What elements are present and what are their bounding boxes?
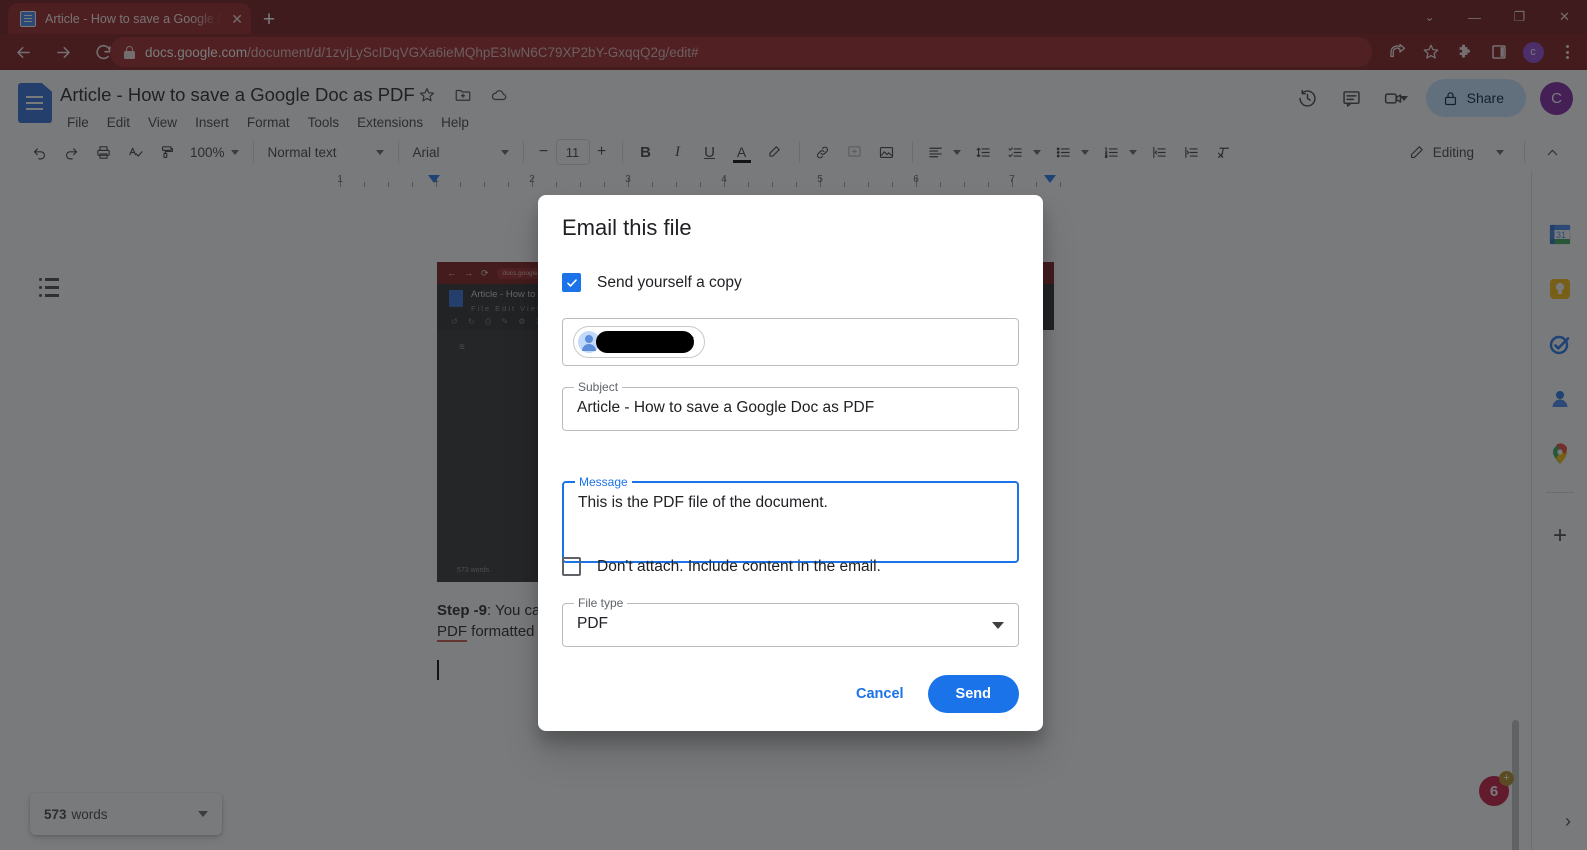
message-value: This is the PDF file of the document. [578, 494, 828, 511]
subject-value: Article - How to save a Google Doc as PD… [577, 399, 875, 416]
cancel-button[interactable]: Cancel [842, 676, 918, 712]
send-button[interactable]: Send [927, 675, 1019, 713]
dont-attach-label: Don't attach. Include content in the ema… [597, 557, 881, 575]
message-field[interactable]: Message This is the PDF file of the docu… [562, 475, 1019, 563]
subject-field[interactable]: Subject Article - How to save a Google D… [562, 380, 1019, 431]
dialog-actions: Cancel Send [842, 675, 1019, 713]
send-copy-label: Send yourself a copy [597, 273, 742, 291]
subject-label: Subject [574, 380, 623, 394]
redaction-overlay [596, 331, 694, 353]
send-copy-row[interactable]: Send yourself a copy [562, 273, 742, 292]
send-copy-checkbox[interactable] [562, 273, 581, 292]
dialog-title: Email this file [562, 215, 692, 240]
screen-root: Article - How to save a Google D ✕ + ⌄ —… [0, 0, 1587, 850]
recipient-chip[interactable]: gmail.com ✕ [573, 326, 705, 358]
message-label: Message [575, 475, 632, 489]
recipients-input[interactable]: gmail.com ✕ [562, 318, 1019, 366]
dont-attach-checkbox[interactable] [562, 557, 581, 576]
file-type-select[interactable]: File type PDF [562, 596, 1019, 647]
chevron-down-icon[interactable] [992, 622, 1004, 629]
file-type-value: PDF [577, 615, 608, 632]
dont-attach-row[interactable]: Don't attach. Include content in the ema… [562, 557, 881, 576]
file-type-label: File type [574, 596, 628, 610]
email-this-file-dialog: Email this file Send yourself a copy gma… [538, 195, 1043, 731]
